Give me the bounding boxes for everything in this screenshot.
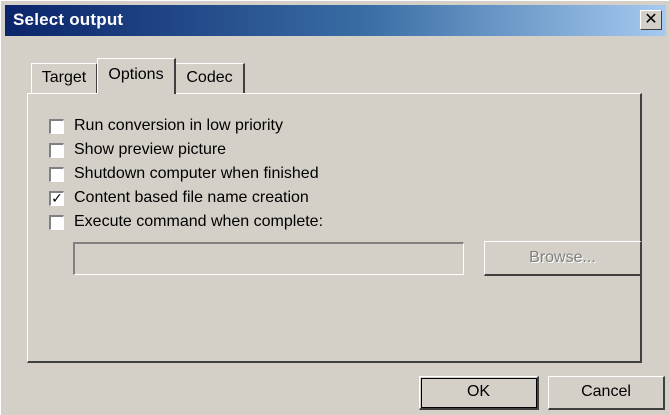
shutdown-label: Shutdown computer when finished xyxy=(74,165,319,182)
tab-target-label: Target xyxy=(41,69,87,86)
option-low-priority[interactable]: Run conversion in low priority xyxy=(49,116,283,136)
cancel-button[interactable]: Cancel xyxy=(548,376,665,410)
preview-picture-label: Show preview picture xyxy=(74,141,227,158)
option-content-file-name[interactable]: ✓ Content based file name creation xyxy=(49,188,309,208)
option-execute-command[interactable]: Execute command when complete: xyxy=(49,212,323,232)
option-shutdown[interactable]: Shutdown computer when finished xyxy=(49,164,319,184)
option-preview-picture[interactable]: Show preview picture xyxy=(49,140,226,160)
tab-options-label: Options xyxy=(108,66,164,83)
tab-target[interactable]: Target xyxy=(31,63,98,93)
title-bar[interactable]: Select output ✕ xyxy=(5,5,666,36)
check-icon: ✓ xyxy=(51,189,63,206)
execute-command-label: Execute command when complete: xyxy=(74,213,324,230)
tab-options[interactable]: Options xyxy=(97,58,176,94)
tab-codec[interactable]: Codec xyxy=(175,63,245,93)
select-output-dialog: Select output ✕ Target Options Codec Run… xyxy=(0,0,669,415)
browse-button[interactable]: Browse... xyxy=(484,241,642,276)
low-priority-checkbox[interactable] xyxy=(49,118,64,134)
content-file-name-checkbox[interactable]: ✓ xyxy=(49,189,64,206)
browse-button-label: Browse... xyxy=(529,249,596,266)
execute-command-checkbox[interactable] xyxy=(49,214,64,230)
close-icon: ✕ xyxy=(644,11,658,28)
close-button[interactable]: ✕ xyxy=(640,10,662,30)
preview-picture-checkbox[interactable] xyxy=(49,142,64,158)
ok-button[interactable]: OK xyxy=(419,376,539,410)
window-title: Select output xyxy=(13,10,124,29)
low-priority-label: Run conversion in low priority xyxy=(74,117,283,134)
content-file-name-label: Content based file name creation xyxy=(74,189,309,206)
tab-codec-label: Codec xyxy=(186,69,233,86)
cancel-button-label: Cancel xyxy=(581,383,631,400)
shutdown-checkbox[interactable] xyxy=(49,166,64,182)
ok-button-label: OK xyxy=(466,383,491,400)
command-input[interactable] xyxy=(73,242,464,275)
